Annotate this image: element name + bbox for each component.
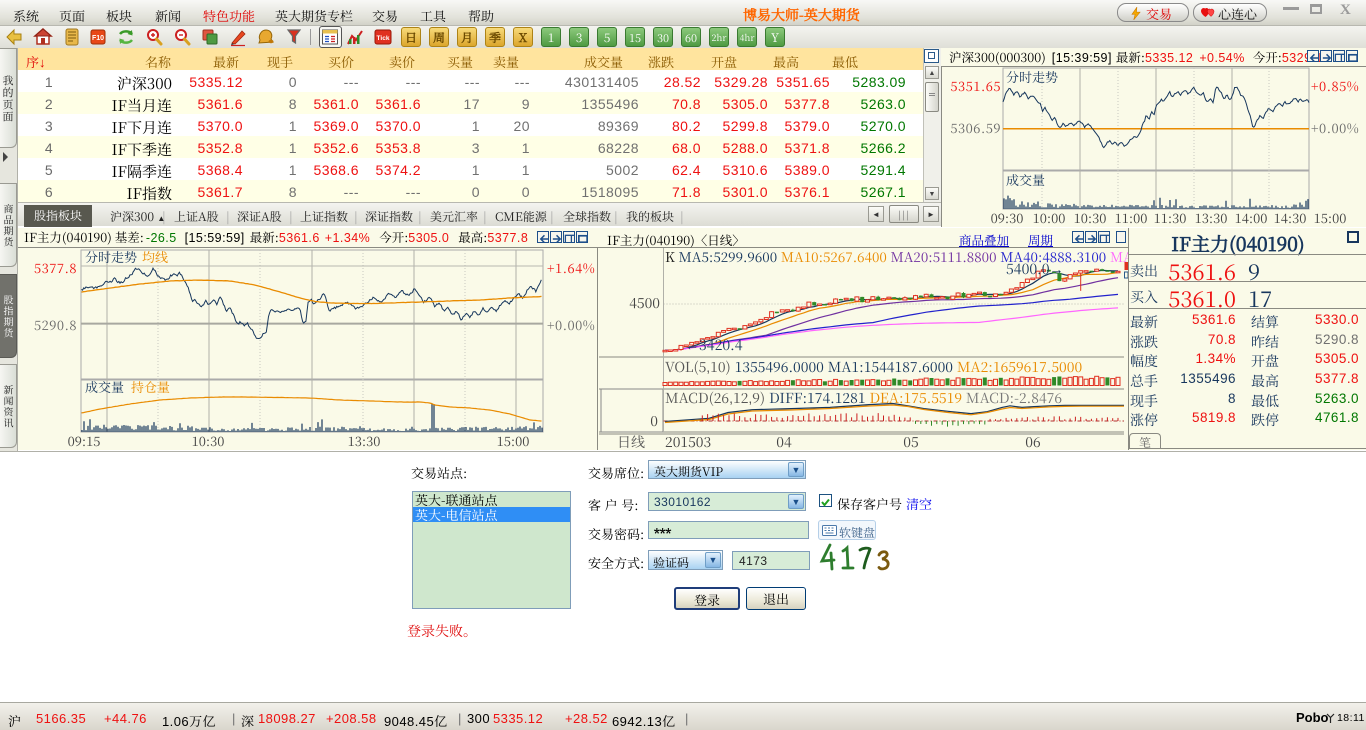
svg-text:←3420.4: ←3420.4 xyxy=(685,335,743,355)
svg-text:09:30: 09:30 xyxy=(991,208,1024,227)
svg-text:13:30: 13:30 xyxy=(348,431,381,450)
svg-text:14:30: 14:30 xyxy=(1274,208,1307,227)
svg-text:成交量: 成交量 xyxy=(85,377,124,396)
svg-text:分时走势: 分时走势 xyxy=(85,248,137,266)
svg-text:+1.64%: +1.64% xyxy=(547,258,595,277)
svg-text:13:30: 13:30 xyxy=(1195,208,1228,227)
svg-text:5351.65: 5351.65 xyxy=(950,76,1001,95)
svg-text:均线: 均线 xyxy=(142,248,168,266)
svg-text:04: 04 xyxy=(776,432,792,450)
svg-text:VOL(5,10) 1355496.0000 MA1:154: VOL(5,10) 1355496.0000 MA1:1544187.6000 … xyxy=(665,357,1082,377)
svg-text:4500: 4500 xyxy=(629,293,660,313)
svg-text:10:30: 10:30 xyxy=(192,431,225,450)
svg-text:持仓量: 持仓量 xyxy=(131,377,170,396)
svg-text:06: 06 xyxy=(1025,432,1041,450)
svg-text:Tick: Tick xyxy=(377,35,390,42)
svg-text:+0.00%: +0.00% xyxy=(547,315,595,334)
svg-text:F10: F10 xyxy=(92,35,104,42)
svg-text:5377.8: 5377.8 xyxy=(34,258,77,277)
svg-text:+0.85%: +0.85% xyxy=(1311,76,1359,95)
svg-text:15:00: 15:00 xyxy=(1314,208,1347,227)
svg-text:10:30: 10:30 xyxy=(1074,208,1107,227)
svg-text:15:00: 15:00 xyxy=(497,431,530,450)
svg-text:5306.59: 5306.59 xyxy=(950,118,1001,137)
svg-text:+0.00%: +0.00% xyxy=(1311,118,1359,137)
svg-text:14:00: 14:00 xyxy=(1235,208,1268,227)
svg-text:11:30: 11:30 xyxy=(1154,208,1187,227)
svg-text:09:15: 09:15 xyxy=(68,431,101,450)
svg-text:分时走势: 分时走势 xyxy=(1006,67,1058,86)
svg-text:5290.8: 5290.8 xyxy=(34,315,77,334)
svg-text:05: 05 xyxy=(903,432,918,450)
svg-text:201503: 201503 xyxy=(665,432,711,450)
svg-text:日线: 日线 xyxy=(617,432,645,450)
svg-text:5400.0→: 5400.0→ xyxy=(1006,259,1064,279)
svg-text:成交量: 成交量 xyxy=(1006,170,1045,189)
svg-text:0: 0 xyxy=(650,411,658,431)
svg-text:10:00: 10:00 xyxy=(1033,208,1066,227)
svg-text:11:00: 11:00 xyxy=(1115,208,1148,227)
